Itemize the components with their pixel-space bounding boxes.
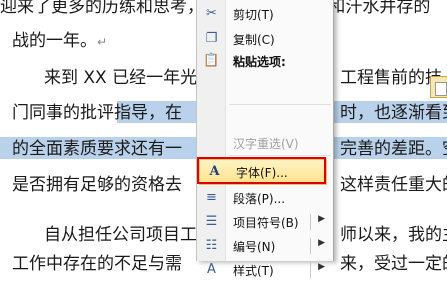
doc-line-right: 来，受过一定的 (340, 254, 447, 274)
menu-item-styles[interactable]: A 样式(T) ▶ (197, 258, 333, 282)
menu-item-cut[interactable]: ✂ 剪切(T) (197, 2, 333, 26)
paragraph-icon: ≡ (206, 190, 217, 205)
numbering-icon: ☷ (205, 238, 218, 253)
doc-line: 自从担任公司项目工 (44, 225, 197, 245)
highlight-annotation-box (197, 157, 326, 184)
bullets-icon: ☰ (205, 214, 218, 229)
copy-icon: ❐ (205, 31, 218, 46)
menu-item-reconvert: 汉字重选(V) (197, 131, 333, 155)
menu-item-copy[interactable]: ❐ 复制(C) (197, 27, 333, 51)
menu-separator (229, 104, 331, 105)
menu-item-paragraph[interactable]: ≡ 段落(P)... (197, 186, 333, 210)
submenu-arrow-icon[interactable]: ▶ (318, 262, 325, 272)
doc-line-right: 工程售前的技 (340, 68, 442, 88)
doc-line-text: 战的一年。 (12, 31, 97, 51)
menu-item-label: 段落(P)... (233, 192, 286, 206)
doc-line: 来到 XX 已经一年光 (44, 68, 198, 88)
menu-item-numbering[interactable]: ☷ 编号(N) ▶ (197, 234, 333, 258)
styles-icon: A (207, 262, 216, 277)
paragraph-mark-icon: ↵ (97, 35, 108, 49)
menu-item-bullets[interactable]: ☰ 项目符号(B) ▶ (197, 210, 333, 234)
submenu-divider (310, 214, 311, 230)
submenu-divider (310, 262, 311, 278)
doc-line-right: 时，也逐渐看到 (340, 103, 447, 123)
submenu-arrow-icon[interactable]: ▶ (318, 214, 325, 224)
doc-line-right: 完善的差距。空 (340, 139, 447, 159)
menu-item-label: 样式(T) (233, 264, 274, 278)
submenu-divider (310, 238, 311, 254)
submenu-arrow-icon[interactable]: ▶ (318, 238, 325, 248)
doc-line: 工作中存在的不足与需 (12, 254, 182, 274)
menu-item-label: 复制(C) (233, 33, 275, 47)
paste-keep-formatting-icon[interactable] (430, 76, 447, 98)
menu-item-label: 粘贴选项: (233, 55, 286, 69)
doc-line: 是否拥有足够的资格去 (12, 175, 182, 195)
doc-line-right: 师以来，我的主 (340, 225, 447, 245)
menu-item-label: 剪切(T) (233, 8, 274, 22)
paste-icon: 📋 (203, 53, 220, 68)
scissors-icon: ✂ (206, 6, 217, 21)
doc-line: 的全面素质要求还有一 (12, 139, 182, 159)
doc-line: 门同事的批评指导，在 (12, 103, 182, 123)
menu-item-label: 编号(N) (233, 240, 276, 254)
context-menu: ✂ 剪切(T) ❐ 复制(C) 📋 粘贴选项: 汉字重选(V) A 字体(F).… (196, 0, 447, 278)
menu-item-label: 汉字重选(V) (233, 137, 299, 151)
doc-line: 战的一年。↵ (12, 30, 107, 53)
menu-separator (229, 155, 331, 156)
doc-line-right: 这样责任重大的 (340, 175, 447, 195)
menu-item-paste-options: 📋 粘贴选项: (197, 49, 333, 73)
menu-item-label: 项目符号(B) (233, 216, 299, 230)
